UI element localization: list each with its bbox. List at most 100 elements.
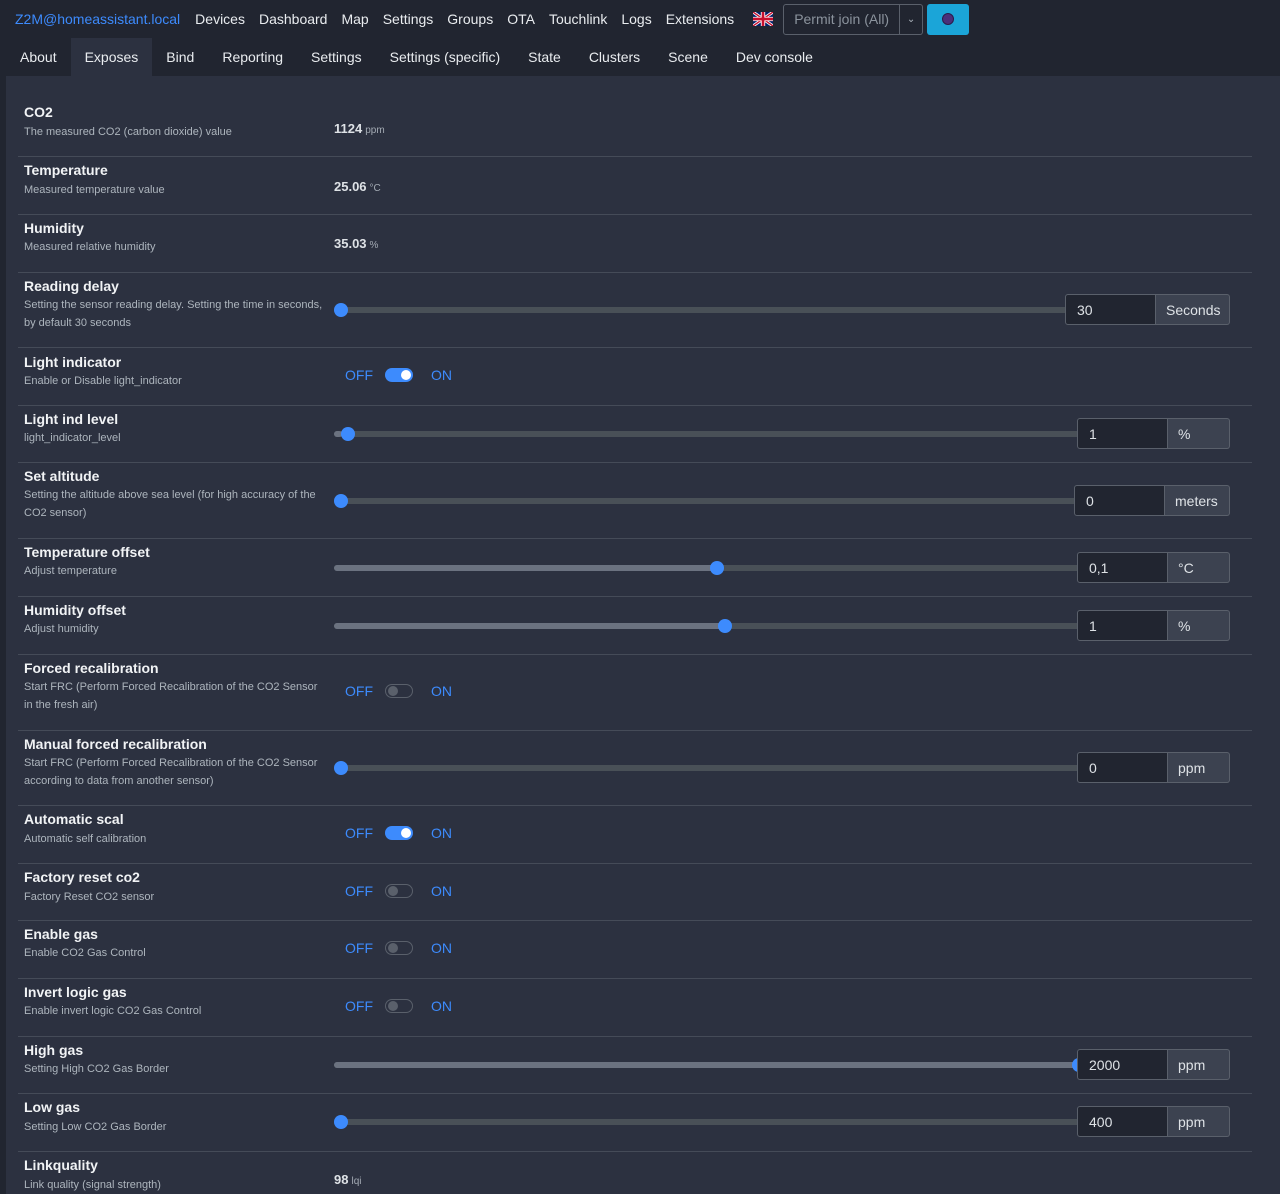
toggle-switch[interactable]: [385, 684, 413, 698]
value-number: 35.03: [334, 236, 367, 251]
unit-addon: %: [1168, 418, 1230, 449]
tab-exposes[interactable]: Exposes: [70, 38, 153, 76]
slider-thumb[interactable]: [334, 494, 348, 508]
range-slider[interactable]: [334, 1058, 1086, 1072]
range-slider[interactable]: [334, 427, 1086, 441]
toggle-switch-group: OFF ON: [345, 998, 452, 1014]
brand-link[interactable]: Z2M@homeassistant.local: [15, 11, 180, 27]
nav-devices[interactable]: Devices: [195, 11, 245, 27]
unit-addon: %: [1168, 610, 1230, 641]
range-slider[interactable]: [334, 494, 1086, 508]
slider-thumb[interactable]: [717, 619, 732, 633]
nav-settings[interactable]: Settings: [383, 11, 434, 27]
exposes-card: CO2 The measured CO2 (carbon dioxide) val…: [6, 76, 1280, 1194]
expose-description: Enable or Disable light_indicator: [24, 375, 182, 387]
number-input[interactable]: 2000: [1077, 1049, 1168, 1080]
toggle-switch[interactable]: [385, 941, 413, 955]
nav-logs[interactable]: Logs: [621, 11, 651, 27]
switch-off-label[interactable]: OFF: [345, 998, 373, 1014]
number-input[interactable]: 30: [1065, 294, 1156, 325]
switch-off-label[interactable]: OFF: [345, 825, 373, 841]
range-slider[interactable]: [334, 619, 1086, 633]
expose-name: Linkquality: [24, 1157, 98, 1173]
toggle-switch-group: OFF ON: [345, 825, 452, 841]
tab-clusters[interactable]: Clusters: [575, 38, 654, 76]
tab-settings-specific[interactable]: Settings (specific): [376, 38, 514, 76]
expose-name: Forced recalibration: [24, 660, 159, 676]
expose-description: Adjust temperature: [24, 565, 117, 577]
nav-groups[interactable]: Groups: [447, 11, 493, 27]
toggle-switch[interactable]: [385, 884, 413, 898]
switch-on-label[interactable]: ON: [431, 883, 452, 899]
toggle-switch[interactable]: [385, 999, 413, 1013]
unit-addon: ppm: [1168, 752, 1230, 783]
nav-touchlink[interactable]: Touchlink: [549, 11, 607, 27]
number-input[interactable]: 1: [1077, 610, 1168, 641]
slider-thumb[interactable]: [334, 1115, 348, 1129]
tab-dev-console[interactable]: Dev console: [722, 38, 827, 76]
range-slider[interactable]: [334, 1115, 1086, 1129]
expose-description: Start FRC (Perform Forced Recalibration …: [24, 681, 318, 711]
range-slider[interactable]: [334, 761, 1086, 775]
slider-thumb[interactable]: [341, 427, 356, 441]
number-input[interactable]: 400: [1077, 1106, 1168, 1137]
number-input[interactable]: 0,1: [1077, 552, 1168, 583]
switch-knob: [388, 886, 398, 896]
tab-reporting[interactable]: Reporting: [208, 38, 297, 76]
expose-name: Invert logic gas: [24, 984, 127, 1000]
switch-knob: [388, 686, 398, 696]
value-number: 25.06: [334, 179, 367, 194]
switch-knob: [388, 943, 398, 953]
expose-name: Set altitude: [24, 468, 100, 484]
unit-addon: °C: [1168, 552, 1230, 583]
nav-dashboard[interactable]: Dashboard: [259, 11, 328, 27]
expose-row: Invert logic gas Enable invert logic CO2 …: [18, 979, 1252, 1037]
toggle-switch-group: OFF ON: [345, 883, 452, 899]
expose-description: Factory Reset CO2 sensor: [24, 891, 155, 903]
slider-thumb[interactable]: [710, 561, 725, 575]
theme-toggle-button[interactable]: [927, 3, 970, 35]
number-input[interactable]: 0: [1074, 485, 1165, 516]
switch-on-label[interactable]: ON: [431, 367, 452, 383]
nav-extensions[interactable]: Extensions: [666, 11, 734, 27]
value-number: 98: [334, 1172, 349, 1187]
toggle-switch[interactable]: [385, 368, 413, 382]
tab-bind[interactable]: Bind: [152, 38, 208, 76]
expose-row: Humidity offset Adjust humidity 1%: [18, 597, 1252, 655]
toggle-switch-group: OFF ON: [345, 940, 452, 956]
switch-on-label[interactable]: ON: [431, 998, 452, 1014]
number-input[interactable]: 0: [1077, 752, 1168, 783]
theme-icon: [942, 13, 955, 25]
switch-off-label[interactable]: OFF: [345, 683, 373, 699]
tab-state[interactable]: State: [514, 38, 575, 76]
switch-on-label[interactable]: ON: [431, 825, 452, 841]
expose-name: Humidity: [24, 220, 84, 236]
unit-addon: ppm: [1168, 1106, 1230, 1137]
switch-off-label[interactable]: OFF: [345, 940, 373, 956]
range-slider[interactable]: [334, 561, 1086, 575]
number-input[interactable]: 1: [1077, 418, 1168, 449]
slider-thumb[interactable]: [334, 303, 348, 317]
expose-name: Automatic scal: [24, 811, 124, 827]
permit-join-group: Permit join (All) ⌄: [783, 3, 924, 35]
switch-on-label[interactable]: ON: [431, 940, 452, 956]
expose-description: light_indicator_level: [24, 432, 121, 444]
nav-ota[interactable]: OTA: [507, 11, 535, 27]
slider-thumb[interactable]: [334, 761, 348, 775]
expose-row: Manual forced recalibration Start FRC (Pe…: [18, 731, 1252, 806]
expose-row: CO2 The measured CO2 (carbon dioxide) val…: [18, 96, 1252, 157]
uk-flag-icon[interactable]: [753, 12, 774, 26]
tab-about[interactable]: About: [6, 38, 71, 76]
switch-on-label[interactable]: ON: [431, 683, 452, 699]
switch-off-label[interactable]: OFF: [345, 367, 373, 383]
permit-join-button[interactable]: Permit join (All): [783, 3, 901, 35]
range-slider[interactable]: [334, 303, 1074, 317]
nav-map[interactable]: Map: [341, 11, 368, 27]
tab-settings[interactable]: Settings: [297, 38, 376, 76]
toggle-switch[interactable]: [385, 826, 413, 840]
unit-addon: ppm: [1168, 1049, 1230, 1080]
tab-scene[interactable]: Scene: [654, 38, 722, 76]
chevron-down-icon[interactable]: ⌄: [900, 3, 924, 35]
expose-name: Temperature offset: [24, 544, 150, 560]
switch-off-label[interactable]: OFF: [345, 883, 373, 899]
